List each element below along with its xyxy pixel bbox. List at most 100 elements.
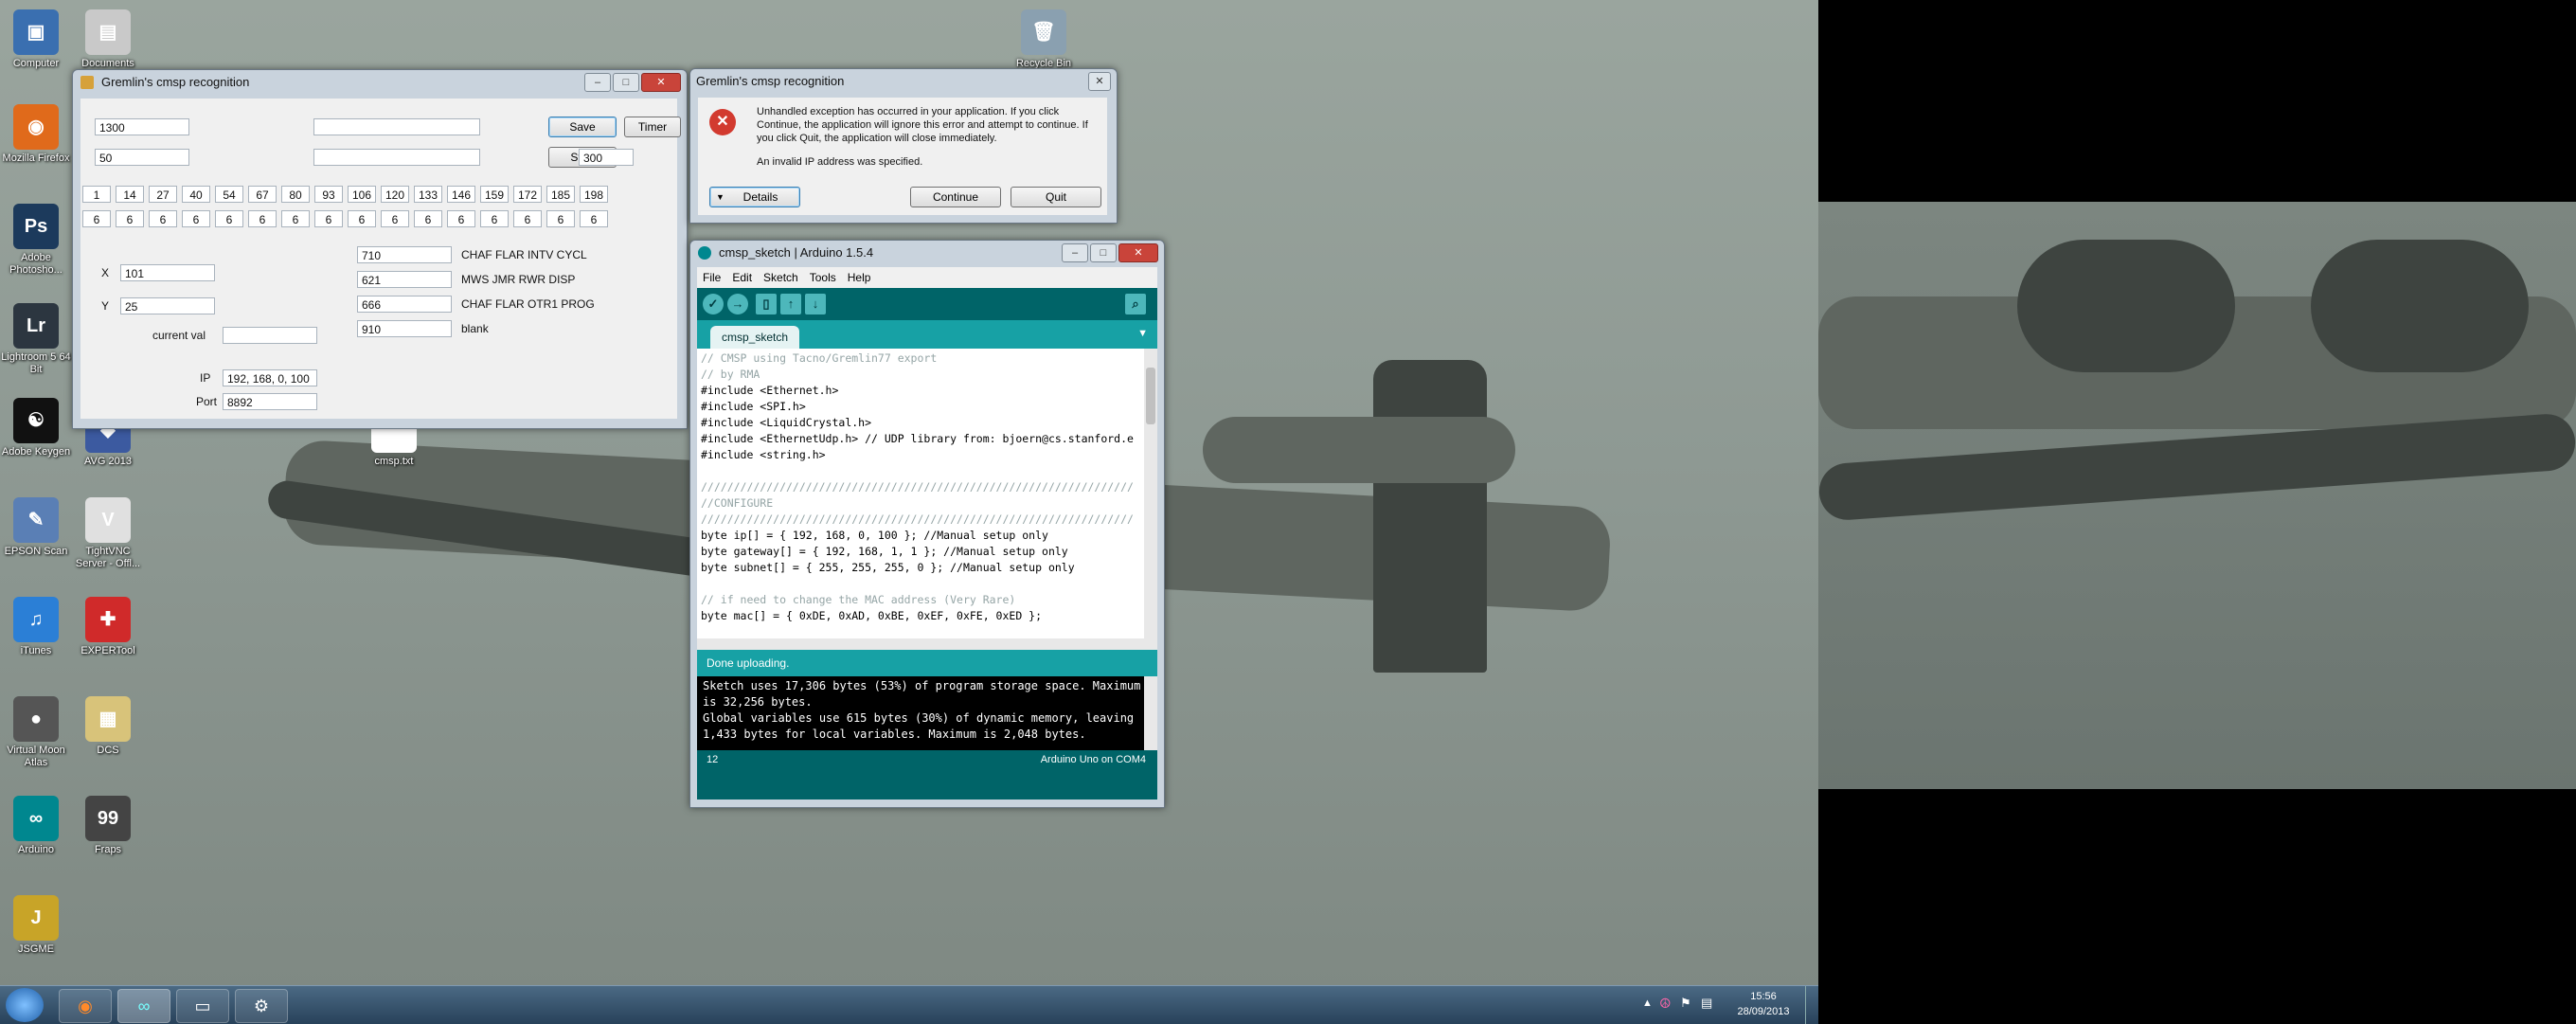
row2-cell[interactable]: 6 <box>414 210 442 227</box>
row2-cell[interactable]: 6 <box>149 210 177 227</box>
close-icon[interactable]: ✕ <box>641 73 681 92</box>
save-icon[interactable]: ↓ <box>805 294 826 314</box>
row1-cell[interactable]: 1 <box>82 186 111 203</box>
continue-button[interactable]: Continue <box>910 187 1001 207</box>
row1-cell[interactable]: 120 <box>381 186 409 203</box>
row1-cell[interactable]: 185 <box>546 186 575 203</box>
field-3[interactable] <box>313 118 480 135</box>
row2-cell[interactable]: 6 <box>546 210 575 227</box>
taskbar-firefox-icon[interactable]: ◉ <box>59 989 112 1023</box>
show-desktop-button[interactable] <box>1805 986 1819 1024</box>
error-dialog[interactable]: Gremlin's cmsp recognition ✕ ✕ Unhandled… <box>689 68 1118 224</box>
save-button[interactable]: Save <box>548 117 617 137</box>
desktop-icon[interactable]: V TightVNC Server - Offl... <box>72 497 144 570</box>
row2-cell[interactable]: 6 <box>381 210 409 227</box>
row1-cell[interactable]: 67 <box>248 186 277 203</box>
desktop-icon[interactable]: Ps Adobe Photosho... <box>0 204 72 277</box>
row2-cell[interactable]: 6 <box>248 210 277 227</box>
new-icon[interactable]: ▯ <box>756 294 777 314</box>
open-icon[interactable]: ↑ <box>780 294 801 314</box>
row1-cell[interactable]: 54 <box>215 186 243 203</box>
field-2[interactable]: 50 <box>95 149 189 166</box>
minimize-icon[interactable]: – <box>1062 243 1088 262</box>
minimize-icon[interactable]: – <box>584 73 611 92</box>
desktop-icon[interactable]: ● Virtual Moon Atlas <box>0 696 72 769</box>
row1-cell[interactable]: 14 <box>116 186 144 203</box>
console-output[interactable]: Sketch uses 17,306 bytes (53%) of progra… <box>697 676 1144 750</box>
clock[interactable]: 15:56 28/09/2013 <box>1726 989 1801 1019</box>
desktop-icon[interactable]: 🗑 Recycle Bin <box>1008 9 1080 70</box>
menu-item[interactable]: Tools <box>804 271 842 284</box>
row2-cell[interactable]: 6 <box>447 210 475 227</box>
row1-cell[interactable]: 80 <box>281 186 310 203</box>
arduino-window[interactable]: cmsp_sketch | Arduino 1.5.4 – □ ✕ File Ed… <box>689 240 1165 808</box>
maximize-icon[interactable]: □ <box>613 73 639 92</box>
desktop-icon[interactable]: 99 Fraps <box>72 796 144 856</box>
close-icon[interactable]: ✕ <box>1118 243 1158 262</box>
menu-item[interactable]: Help <box>842 271 877 284</box>
code-value[interactable]: 666 <box>357 296 452 313</box>
menu-item[interactable]: Sketch <box>758 271 804 284</box>
taskbar-window-icon[interactable]: ▭ <box>176 989 229 1023</box>
tab-menu-icon[interactable]: ▼ <box>1137 328 1148 339</box>
row1-cell[interactable]: 40 <box>182 186 210 203</box>
desktop-icon[interactable]: ✎ EPSON Scan <box>0 497 72 558</box>
row1-cell[interactable]: 198 <box>580 186 608 203</box>
x-field[interactable]: 101 <box>120 264 215 281</box>
desktop-icon[interactable]: ▤ Documents <box>72 9 144 70</box>
row1-cell[interactable]: 146 <box>447 186 475 203</box>
row2-cell[interactable]: 6 <box>348 210 376 227</box>
tab-cmsp-sketch[interactable]: cmsp_sketch <box>710 326 800 349</box>
code-editor[interactable]: // CMSP using Tacno/Gremlin77 export // b… <box>697 349 1144 650</box>
menu-item[interactable]: Edit <box>726 271 758 284</box>
row2-cell[interactable]: 6 <box>215 210 243 227</box>
gremlin-titlebar[interactable]: Gremlin's cmsp recognition – □ ✕ <box>73 70 687 95</box>
desktop-icon[interactable]: ◉ Mozilla Firefox <box>0 104 72 165</box>
row1-cell[interactable]: 159 <box>480 186 509 203</box>
editor-scrollbar[interactable] <box>1144 349 1157 650</box>
port-field[interactable]: 8892 <box>223 393 317 410</box>
tray-expand-icon[interactable]: ▲ <box>1642 997 1653 1009</box>
desktop-icon[interactable]: ☯ Adobe Keygen <box>0 398 72 458</box>
desktop-icon[interactable]: J JSGME <box>0 895 72 956</box>
quit-button[interactable]: Quit <box>1011 187 1101 207</box>
gremlin-window[interactable]: Gremlin's cmsp recognition – □ ✕ 1300 50… <box>72 69 688 429</box>
code-value[interactable]: 710 <box>357 246 452 263</box>
verify-icon[interactable]: ✓ <box>703 294 724 314</box>
row2-cell[interactable]: 6 <box>281 210 310 227</box>
row2-cell[interactable]: 6 <box>480 210 509 227</box>
desktop-icon[interactable]: Lr Lightroom 5 64 Bit <box>0 303 72 376</box>
code-value[interactable]: 910 <box>357 320 452 337</box>
field-1[interactable]: 1300 <box>95 118 189 135</box>
desktop-icon[interactable]: ▣ Computer <box>0 9 72 70</box>
timer-field[interactable]: 300 <box>579 149 634 166</box>
desktop-icon[interactable]: ♫ iTunes <box>0 597 72 657</box>
editor-hscrollbar[interactable] <box>697 638 1144 650</box>
code-value[interactable]: 621 <box>357 271 452 288</box>
ip-field[interactable]: 192, 168, 0, 100 <box>223 369 317 386</box>
field-4[interactable] <box>313 149 480 166</box>
tray-app-icon[interactable]: ☮ <box>1659 996 1672 1012</box>
start-button[interactable] <box>6 988 44 1022</box>
row1-cell[interactable]: 27 <box>149 186 177 203</box>
current-val-field[interactable] <box>223 327 317 344</box>
taskbar-app-icon[interactable]: ⚙ <box>235 989 288 1023</box>
desktop-icon[interactable]: ▦ DCS <box>72 696 144 757</box>
action-center-icon[interactable]: ⚑ <box>1680 996 1691 1011</box>
row1-cell[interactable]: 106 <box>348 186 376 203</box>
row2-cell[interactable]: 6 <box>314 210 343 227</box>
upload-icon[interactable]: → <box>727 294 748 314</box>
close-icon[interactable]: ✕ <box>1088 72 1111 91</box>
menu-item[interactable]: File <box>697 271 726 284</box>
desktop-icon[interactable]: ✚ EXPERTool <box>72 597 144 657</box>
console-scrollbar[interactable] <box>1144 676 1157 750</box>
row2-cell[interactable]: 6 <box>513 210 542 227</box>
maximize-icon[interactable]: □ <box>1090 243 1117 262</box>
serial-monitor-icon[interactable]: ⌕ <box>1125 294 1146 314</box>
network-icon[interactable]: ▤ <box>1701 996 1712 1011</box>
details-button[interactable]: ▼ Details <box>709 187 800 207</box>
desktop-icon[interactable]: ∞ Arduino <box>0 796 72 856</box>
y-field[interactable]: 25 <box>120 297 215 314</box>
row1-cell[interactable]: 172 <box>513 186 542 203</box>
row2-cell[interactable]: 6 <box>182 210 210 227</box>
